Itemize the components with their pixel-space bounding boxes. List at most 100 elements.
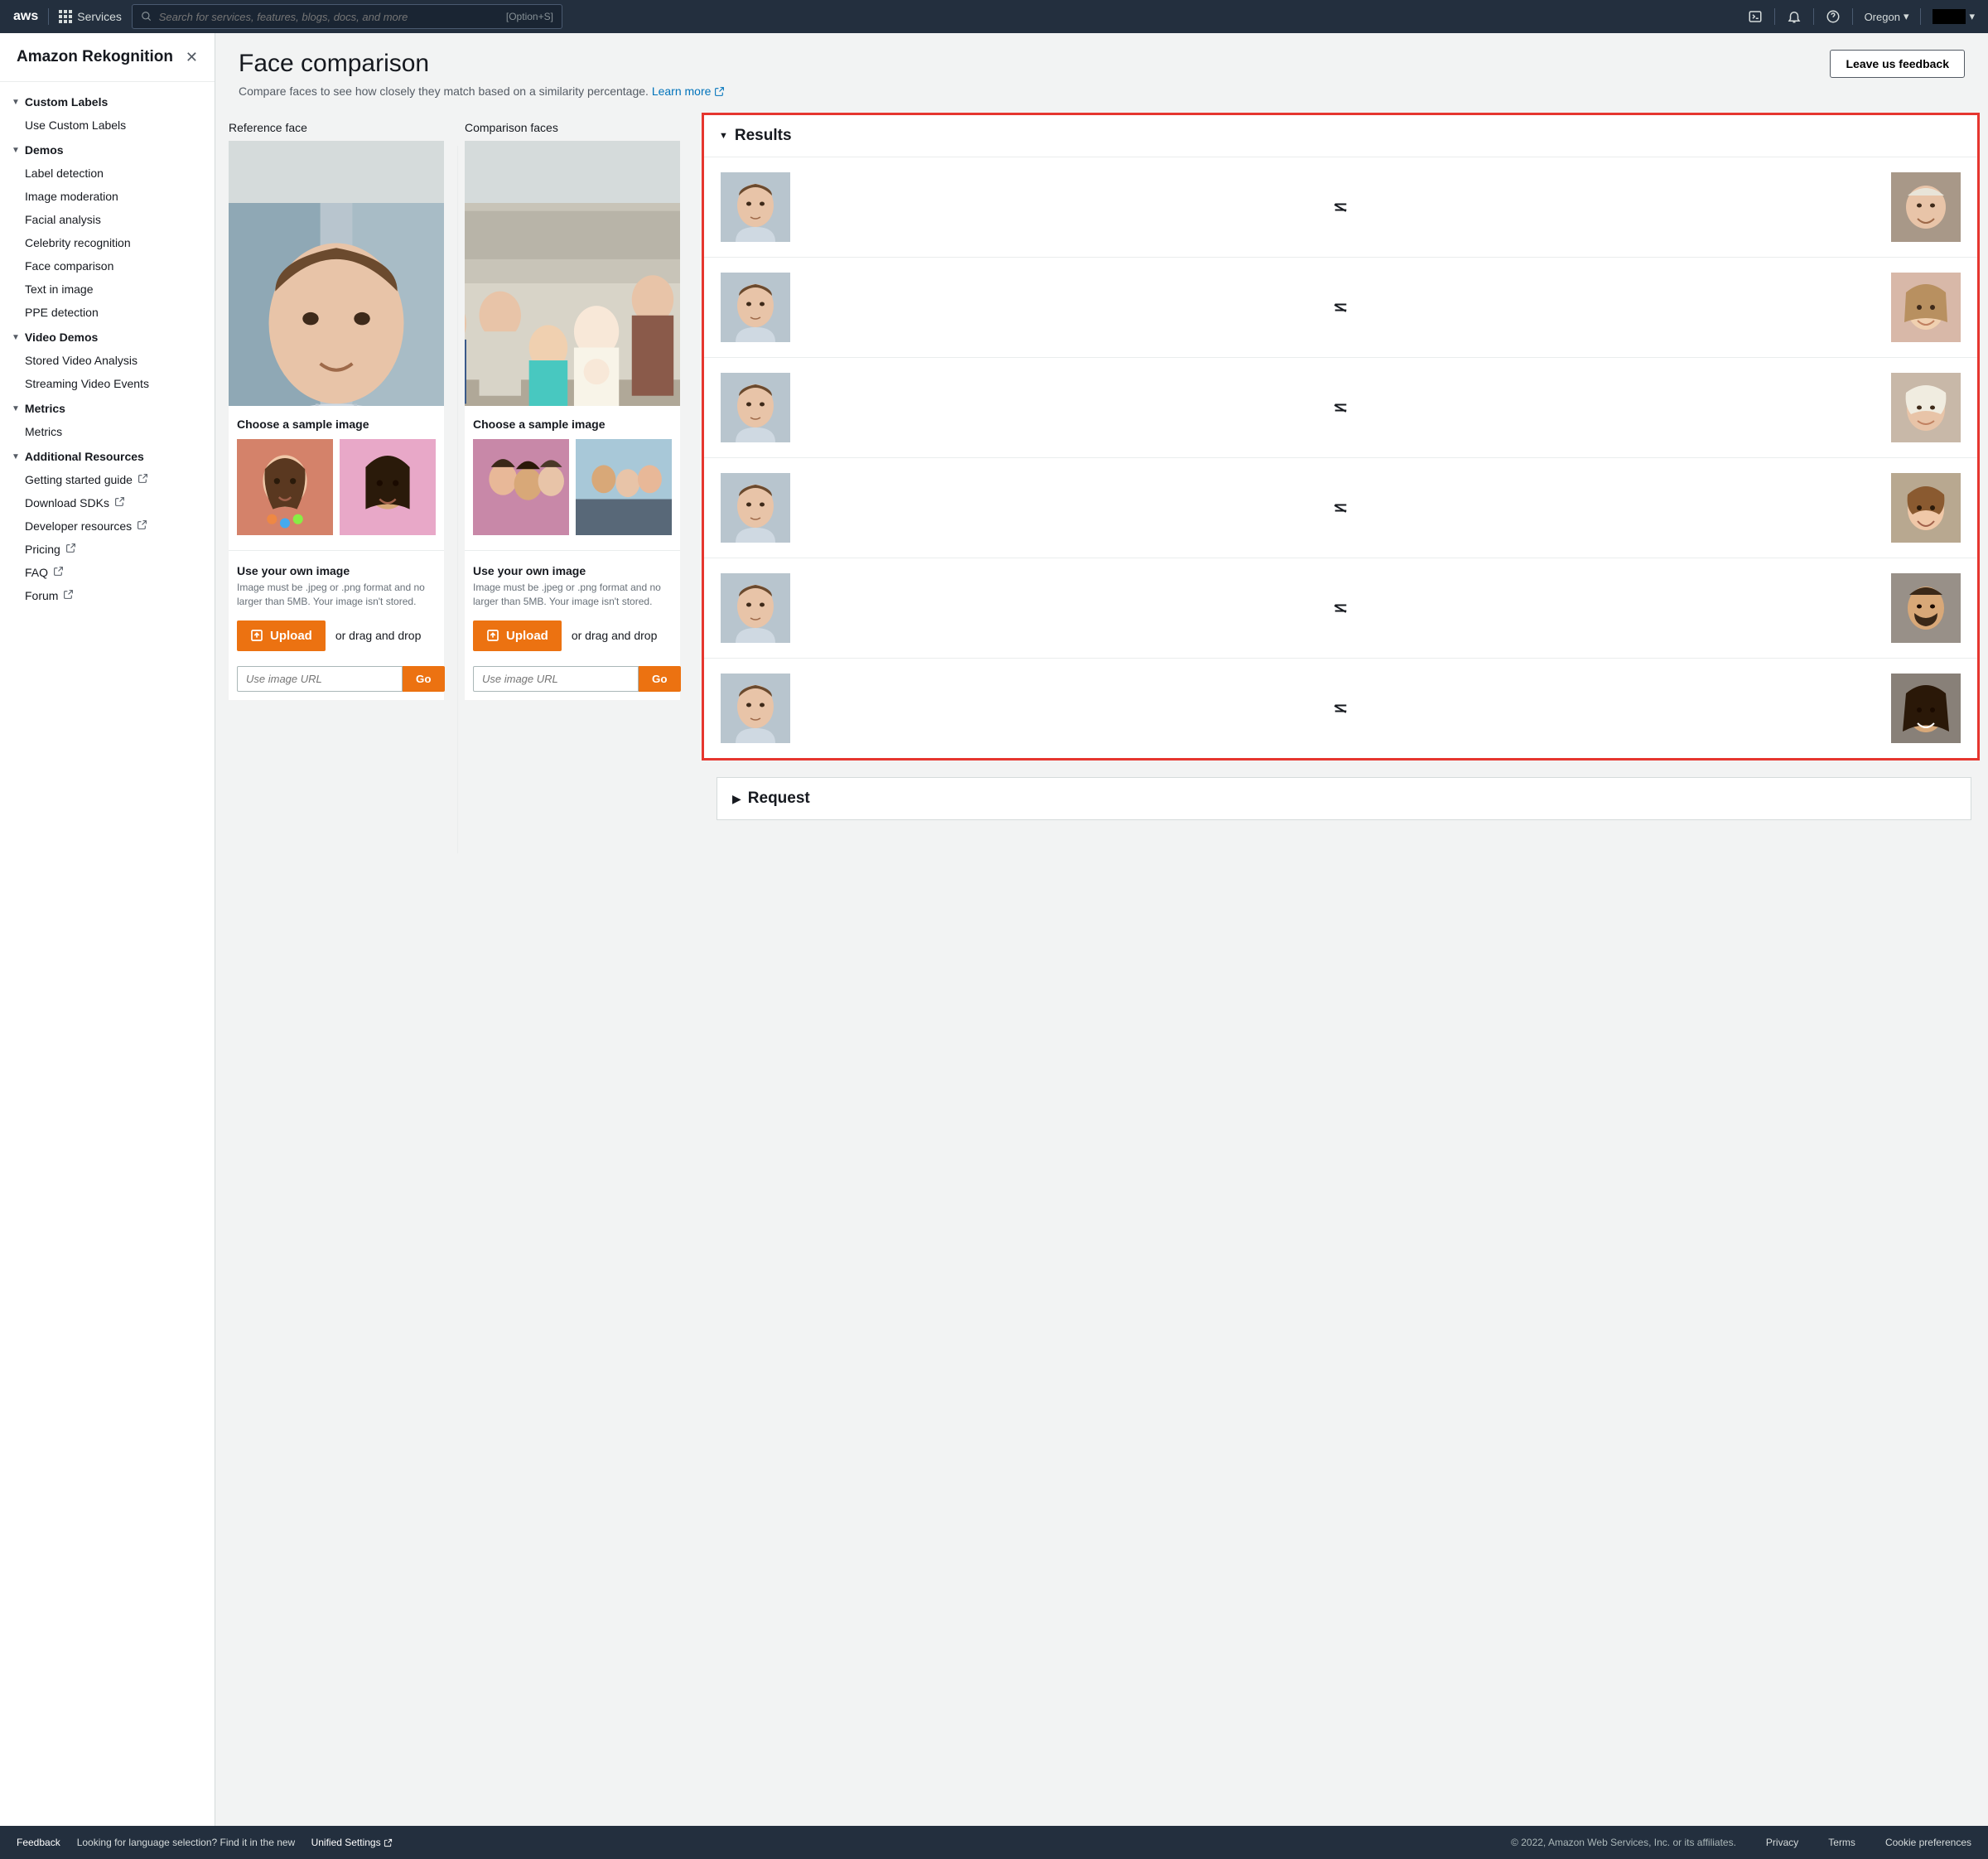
result-comparison-face xyxy=(1891,373,1961,442)
footer-copyright: © 2022, Amazon Web Services, Inc. or its… xyxy=(1511,1837,1736,1848)
close-icon[interactable]: ✕ xyxy=(186,49,198,66)
sidebar-group-video-demos[interactable]: ▼Video Demos xyxy=(0,324,215,349)
footer-lang-hint: Looking for language selection? Find it … xyxy=(77,1837,1494,1848)
search-input[interactable] xyxy=(159,11,506,23)
aws-logo[interactable]: aws xyxy=(13,9,38,24)
region-label: Oregon xyxy=(1865,11,1900,23)
not-equal-icon xyxy=(1334,595,1347,621)
caret-down-icon: ▼ xyxy=(12,404,20,413)
sidebar-item-forum[interactable]: Forum xyxy=(0,584,215,607)
own-image-title: Use your own image xyxy=(473,564,672,577)
result-row xyxy=(704,558,1977,659)
footer-cookie-link[interactable]: Cookie preferences xyxy=(1885,1837,1971,1848)
column-divider xyxy=(457,146,458,853)
comparison-image-preview xyxy=(465,141,680,406)
cloudshell-icon[interactable] xyxy=(1748,9,1763,24)
sidebar-item-streaming-video-events[interactable]: Streaming Video Events xyxy=(0,372,215,395)
image-url-input[interactable] xyxy=(473,666,639,692)
upload-button[interactable]: Upload xyxy=(473,620,562,651)
sidebar-item-stored-video-analysis[interactable]: Stored Video Analysis xyxy=(0,349,215,372)
account-menu[interactable]: ▾ xyxy=(1933,9,1975,24)
go-button[interactable]: Go xyxy=(403,666,445,692)
services-menu[interactable]: Services xyxy=(59,10,122,23)
top-nav: aws Services [Option+S] Oregon ▾ xyxy=(0,0,1988,33)
sidebar-item-download-sdks[interactable]: Download SDKs xyxy=(0,491,215,514)
caret-down-icon: ▼ xyxy=(12,333,20,342)
sidebar-item-ppe-detection[interactable]: PPE detection xyxy=(0,301,215,324)
sample-image-2[interactable] xyxy=(340,439,436,535)
not-equal-icon xyxy=(1334,495,1347,521)
reference-column: Choose a sample image Use your own image… xyxy=(229,141,444,700)
sidebar-item-pricing[interactable]: Pricing xyxy=(0,538,215,561)
sidebar-group-custom-labels[interactable]: ▼Custom Labels xyxy=(0,89,215,113)
region-selector[interactable]: Oregon ▾ xyxy=(1865,10,1909,23)
drag-drop-text: or drag and drop xyxy=(335,628,422,643)
sidebar-item-label-detection[interactable]: Label detection xyxy=(0,162,215,185)
own-image-title: Use your own image xyxy=(237,564,436,577)
sidebar-item-getting-started-guide[interactable]: Getting started guide xyxy=(0,468,215,491)
sample-image-1[interactable] xyxy=(237,439,333,535)
external-link-icon xyxy=(65,543,76,556)
divider xyxy=(0,81,215,82)
reference-label: Reference face xyxy=(229,113,451,141)
results-header[interactable]: ▼ Results xyxy=(704,115,1977,157)
chevron-down-icon: ▾ xyxy=(1969,10,1975,23)
main-content: Face comparison Compare faces to see how… xyxy=(215,33,1988,1826)
learn-more-link[interactable]: Learn more xyxy=(652,84,726,98)
result-row xyxy=(704,458,1977,558)
footer-privacy-link[interactable]: Privacy xyxy=(1766,1837,1798,1848)
upload-button[interactable]: Upload xyxy=(237,620,326,651)
results-panel: ▼ Results xyxy=(702,113,1980,760)
footer-terms-link[interactable]: Terms xyxy=(1828,1837,1855,1848)
sidebar-item-faq[interactable]: FAQ xyxy=(0,561,215,584)
result-reference-face xyxy=(721,674,790,743)
result-reference-face xyxy=(721,273,790,342)
sidebar-group-demos[interactable]: ▼Demos xyxy=(0,137,215,162)
sidebar-item-text-in-image[interactable]: Text in image xyxy=(0,278,215,301)
sidebar-group-metrics[interactable]: ▼Metrics xyxy=(0,395,215,420)
not-equal-icon xyxy=(1334,194,1347,220)
external-link-icon xyxy=(114,496,125,509)
footer-feedback-link[interactable]: Feedback xyxy=(17,1837,60,1848)
unified-settings-link[interactable]: Unified Settings xyxy=(311,1837,393,1848)
drag-drop-text: or drag and drop xyxy=(572,628,658,643)
caret-down-icon: ▼ xyxy=(12,452,20,461)
caret-down-icon: ▼ xyxy=(12,146,20,155)
bell-icon[interactable] xyxy=(1787,9,1802,24)
footer: Feedback Looking for language selection?… xyxy=(0,1826,1988,1859)
result-comparison-face xyxy=(1891,573,1961,643)
sidebar-item-metrics[interactable]: Metrics xyxy=(0,420,215,443)
sidebar-item-facial-analysis[interactable]: Facial analysis xyxy=(0,208,215,231)
sidebar-item-celebrity-recognition[interactable]: Celebrity recognition xyxy=(0,231,215,254)
external-link-icon xyxy=(53,566,64,579)
sample-image-1[interactable] xyxy=(473,439,569,535)
go-button[interactable]: Go xyxy=(639,666,681,692)
sidebar-item-face-comparison[interactable]: Face comparison xyxy=(0,254,215,278)
sample-image-2[interactable] xyxy=(576,439,672,535)
result-reference-face xyxy=(721,172,790,242)
request-panel[interactable]: ▶ Request xyxy=(717,777,1971,820)
chevron-down-icon: ▾ xyxy=(1904,10,1909,23)
sidebar-group-additional-resources[interactable]: ▼Additional Resources xyxy=(0,443,215,468)
image-url-input[interactable] xyxy=(237,666,403,692)
external-link-icon xyxy=(137,519,147,533)
external-link-icon xyxy=(63,589,74,602)
request-title: Request xyxy=(748,789,810,808)
feedback-button[interactable]: Leave us feedback xyxy=(1830,50,1965,78)
result-reference-face xyxy=(721,573,790,643)
nav-separator xyxy=(1813,8,1814,25)
result-comparison-face xyxy=(1891,473,1961,543)
choose-sample-title: Choose a sample image xyxy=(237,418,436,431)
search-shortcut: [Option+S] xyxy=(506,11,553,22)
sidebar-title: Amazon Rekognition xyxy=(17,48,173,66)
own-image-hint: Image must be .jpeg or .png format and n… xyxy=(473,581,672,609)
result-row xyxy=(704,157,1977,258)
result-row xyxy=(704,659,1977,758)
sidebar-item-developer-resources[interactable]: Developer resources xyxy=(0,514,215,538)
sidebar-item-use-custom-labels[interactable]: Use Custom Labels xyxy=(0,113,215,137)
results-title: Results xyxy=(735,127,792,145)
page-title: Face comparison xyxy=(239,50,725,78)
search-bar[interactable]: [Option+S] xyxy=(132,4,562,29)
help-icon[interactable] xyxy=(1826,9,1841,24)
sidebar-item-image-moderation[interactable]: Image moderation xyxy=(0,185,215,208)
